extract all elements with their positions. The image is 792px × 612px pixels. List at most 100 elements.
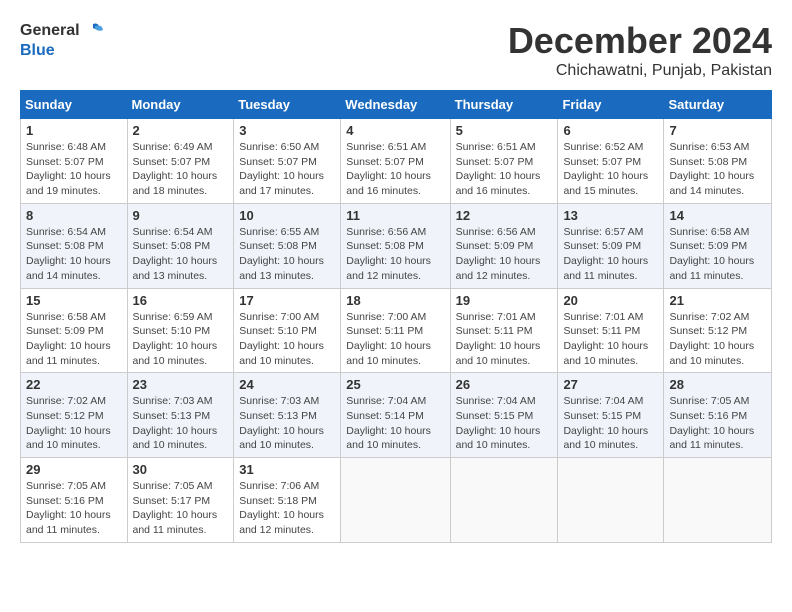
day-number: 15 [26, 293, 122, 308]
calendar-cell: 25 Sunrise: 7:04 AM Sunset: 5:14 PM Dayli… [341, 373, 450, 458]
calendar-cell: 20 Sunrise: 7:01 AM Sunset: 5:11 PM Dayli… [558, 288, 664, 373]
calendar-cell [341, 458, 450, 543]
logo-blue: Blue [20, 42, 104, 60]
day-info: Sunrise: 7:04 AM Sunset: 5:14 PM Dayligh… [346, 394, 444, 453]
day-number: 1 [26, 123, 122, 138]
day-info: Sunrise: 6:58 AM Sunset: 5:09 PM Dayligh… [26, 310, 122, 369]
day-number: 3 [239, 123, 335, 138]
day-number: 20 [563, 293, 658, 308]
calendar-cell: 1 Sunrise: 6:48 AM Sunset: 5:07 PM Daylig… [21, 119, 128, 204]
day-info: Sunrise: 7:00 AM Sunset: 5:10 PM Dayligh… [239, 310, 335, 369]
calendar-day-header: Sunday [21, 91, 128, 119]
calendar-day-header: Wednesday [341, 91, 450, 119]
day-number: 21 [669, 293, 766, 308]
day-number: 31 [239, 462, 335, 477]
calendar-day-header: Friday [558, 91, 664, 119]
calendar-cell: 6 Sunrise: 6:52 AM Sunset: 5:07 PM Daylig… [558, 119, 664, 204]
day-info: Sunrise: 6:51 AM Sunset: 5:07 PM Dayligh… [346, 140, 444, 199]
calendar-day-header: Tuesday [234, 91, 341, 119]
day-number: 10 [239, 208, 335, 223]
day-info: Sunrise: 7:03 AM Sunset: 5:13 PM Dayligh… [133, 394, 229, 453]
calendar-week-row: 29 Sunrise: 7:05 AM Sunset: 5:16 PM Dayli… [21, 458, 772, 543]
day-number: 17 [239, 293, 335, 308]
day-number: 5 [456, 123, 553, 138]
day-info: Sunrise: 7:05 AM Sunset: 5:16 PM Dayligh… [669, 394, 766, 453]
day-info: Sunrise: 6:54 AM Sunset: 5:08 PM Dayligh… [26, 225, 122, 284]
calendar-week-row: 1 Sunrise: 6:48 AM Sunset: 5:07 PM Daylig… [21, 119, 772, 204]
logo-general: General [20, 22, 80, 40]
day-number: 25 [346, 377, 444, 392]
day-info: Sunrise: 7:03 AM Sunset: 5:13 PM Dayligh… [239, 394, 335, 453]
day-number: 9 [133, 208, 229, 223]
day-info: Sunrise: 7:04 AM Sunset: 5:15 PM Dayligh… [563, 394, 658, 453]
day-info: Sunrise: 7:01 AM Sunset: 5:11 PM Dayligh… [456, 310, 553, 369]
day-number: 8 [26, 208, 122, 223]
calendar-cell: 4 Sunrise: 6:51 AM Sunset: 5:07 PM Daylig… [341, 119, 450, 204]
calendar-week-row: 8 Sunrise: 6:54 AM Sunset: 5:08 PM Daylig… [21, 203, 772, 288]
calendar-cell: 19 Sunrise: 7:01 AM Sunset: 5:11 PM Dayli… [450, 288, 558, 373]
calendar-week-row: 22Sunrise: 7:02 AM Sunset: 5:12 PM Dayli… [21, 373, 772, 458]
calendar-cell: 14 Sunrise: 6:58 AM Sunset: 5:09 PM Dayli… [664, 203, 772, 288]
day-number: 27 [563, 377, 658, 392]
header: General Blue December 2024 Chichawatni, … [20, 20, 772, 80]
calendar-cell: 13 Sunrise: 6:57 AM Sunset: 5:09 PM Dayli… [558, 203, 664, 288]
day-info: Sunrise: 6:52 AM Sunset: 5:07 PM Dayligh… [563, 140, 658, 199]
day-info: Sunrise: 7:02 AM Sunset: 5:12 PM Dayligh… [26, 394, 122, 453]
calendar-cell [664, 458, 772, 543]
calendar-header-row: SundayMondayTuesdayWednesdayThursdayFrid… [21, 91, 772, 119]
day-number: 18 [346, 293, 444, 308]
day-info: Sunrise: 6:58 AM Sunset: 5:09 PM Dayligh… [669, 225, 766, 284]
calendar-cell: 31 Sunrise: 7:06 AM Sunset: 5:18 PM Dayli… [234, 458, 341, 543]
calendar-cell: 5Sunrise: 6:51 AM Sunset: 5:07 PM Daylig… [450, 119, 558, 204]
day-number: 14 [669, 208, 766, 223]
day-number: 29 [26, 462, 122, 477]
calendar-day-header: Thursday [450, 91, 558, 119]
day-number: 24 [239, 377, 335, 392]
day-number: 28 [669, 377, 766, 392]
day-number: 13 [563, 208, 658, 223]
logo-container: General Blue [20, 20, 104, 60]
calendar-table: SundayMondayTuesdayWednesdayThursdayFrid… [20, 90, 772, 543]
day-number: 4 [346, 123, 444, 138]
calendar-cell: 8 Sunrise: 6:54 AM Sunset: 5:08 PM Daylig… [21, 203, 128, 288]
day-info: Sunrise: 6:56 AM Sunset: 5:09 PM Dayligh… [456, 225, 553, 284]
calendar-cell: 30Sunrise: 7:05 AM Sunset: 5:17 PM Dayli… [127, 458, 234, 543]
calendar-cell: 22Sunrise: 7:02 AM Sunset: 5:12 PM Dayli… [21, 373, 128, 458]
day-info: Sunrise: 7:05 AM Sunset: 5:16 PM Dayligh… [26, 479, 122, 538]
calendar-cell: 7Sunrise: 6:53 AM Sunset: 5:08 PM Daylig… [664, 119, 772, 204]
day-info: Sunrise: 6:57 AM Sunset: 5:09 PM Dayligh… [563, 225, 658, 284]
calendar-cell: 24 Sunrise: 7:03 AM Sunset: 5:13 PM Dayli… [234, 373, 341, 458]
day-info: Sunrise: 7:00 AM Sunset: 5:11 PM Dayligh… [346, 310, 444, 369]
calendar-cell: 27 Sunrise: 7:04 AM Sunset: 5:15 PM Dayli… [558, 373, 664, 458]
logo: General Blue [20, 20, 104, 60]
calendar-cell: 21Sunrise: 7:02 AM Sunset: 5:12 PM Dayli… [664, 288, 772, 373]
day-info: Sunrise: 6:49 AM Sunset: 5:07 PM Dayligh… [133, 140, 229, 199]
day-info: Sunrise: 6:50 AM Sunset: 5:07 PM Dayligh… [239, 140, 335, 199]
logo-bird-icon [82, 20, 104, 42]
calendar-cell: 15 Sunrise: 6:58 AM Sunset: 5:09 PM Dayli… [21, 288, 128, 373]
calendar-cell: 3 Sunrise: 6:50 AM Sunset: 5:07 PM Daylig… [234, 119, 341, 204]
day-info: Sunrise: 7:06 AM Sunset: 5:18 PM Dayligh… [239, 479, 335, 538]
calendar-cell: 9Sunrise: 6:54 AM Sunset: 5:08 PM Daylig… [127, 203, 234, 288]
day-number: 6 [563, 123, 658, 138]
day-info: Sunrise: 7:01 AM Sunset: 5:11 PM Dayligh… [563, 310, 658, 369]
day-number: 19 [456, 293, 553, 308]
calendar-cell: 23Sunrise: 7:03 AM Sunset: 5:13 PM Dayli… [127, 373, 234, 458]
calendar-cell: 11Sunrise: 6:56 AM Sunset: 5:08 PM Dayli… [341, 203, 450, 288]
day-number: 12 [456, 208, 553, 223]
calendar-cell: 29 Sunrise: 7:05 AM Sunset: 5:16 PM Dayli… [21, 458, 128, 543]
calendar-cell [450, 458, 558, 543]
calendar-day-header: Saturday [664, 91, 772, 119]
day-info: Sunrise: 6:55 AM Sunset: 5:08 PM Dayligh… [239, 225, 335, 284]
title-section: December 2024 Chichawatni, Punjab, Pakis… [508, 20, 772, 80]
location-subtitle: Chichawatni, Punjab, Pakistan [508, 62, 772, 80]
day-number: 16 [133, 293, 229, 308]
calendar-cell: 26Sunrise: 7:04 AM Sunset: 5:15 PM Dayli… [450, 373, 558, 458]
calendar-cell: 10 Sunrise: 6:55 AM Sunset: 5:08 PM Dayli… [234, 203, 341, 288]
calendar-cell: 16Sunrise: 6:59 AM Sunset: 5:10 PM Dayli… [127, 288, 234, 373]
calendar-week-row: 15 Sunrise: 6:58 AM Sunset: 5:09 PM Dayli… [21, 288, 772, 373]
day-info: Sunrise: 6:48 AM Sunset: 5:07 PM Dayligh… [26, 140, 122, 199]
day-info: Sunrise: 7:04 AM Sunset: 5:15 PM Dayligh… [456, 394, 553, 453]
calendar-cell: 2Sunrise: 6:49 AM Sunset: 5:07 PM Daylig… [127, 119, 234, 204]
calendar-cell: 12 Sunrise: 6:56 AM Sunset: 5:09 PM Dayli… [450, 203, 558, 288]
